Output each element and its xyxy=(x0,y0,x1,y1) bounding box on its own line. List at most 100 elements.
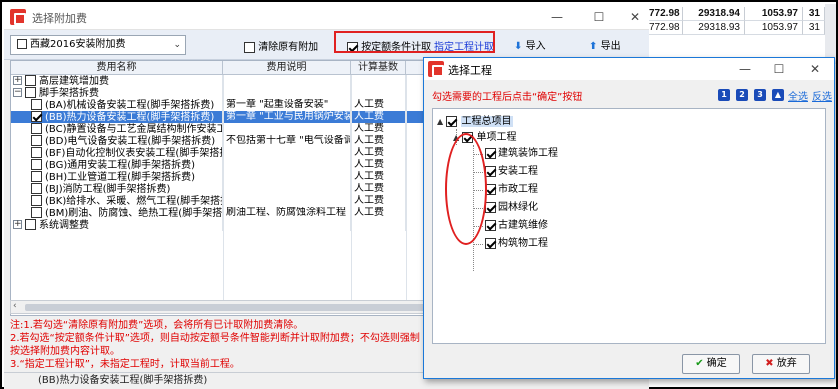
row-checkbox[interactable] xyxy=(25,219,36,230)
fee-base-cell[interactable]: 人工费 xyxy=(352,171,406,183)
maximize-button[interactable]: ☐ xyxy=(588,7,610,27)
row-checkbox[interactable] xyxy=(31,207,42,218)
col-header-base[interactable]: 计算基数 xyxy=(351,61,406,75)
tree-node-project[interactable]: 古建筑维修 xyxy=(485,219,548,233)
fee-desc-cell[interactable] xyxy=(224,147,351,159)
export-label: 导出 xyxy=(600,41,621,52)
tree-node-project[interactable]: 构筑物工程 xyxy=(485,237,548,251)
level-3-button[interactable]: 3 xyxy=(754,89,766,101)
row-checkbox[interactable] xyxy=(31,171,42,182)
fee-name-cell[interactable]: − 脚手架搭拆费 xyxy=(11,87,223,99)
fee-desc-cell[interactable] xyxy=(224,159,351,171)
fee-base-cell[interactable]: 人工费 xyxy=(352,123,406,135)
fee-name: (BA)机械设备安装工程(脚手架搭拆费) xyxy=(45,99,215,111)
level-1-button[interactable]: 1 xyxy=(718,89,730,101)
fee-name-cell[interactable]: (BC)静置设备与工艺金属结构制作安装工程 xyxy=(11,123,223,135)
fee-desc-cell[interactable]: 第一章 "工业与民用锅炉安装 xyxy=(224,111,351,123)
close-button[interactable]: ✕ xyxy=(624,7,646,27)
dialog-minimize-button[interactable]: — xyxy=(734,59,756,79)
fee-desc-cell[interactable] xyxy=(224,195,351,207)
project-checkbox[interactable] xyxy=(485,219,496,231)
fee-base-cell[interactable] xyxy=(352,87,406,99)
fee-name: (BC)静置设备与工艺金属结构制作安装工程 xyxy=(45,123,223,135)
sheet-scrollbar[interactable] xyxy=(825,4,836,64)
tree-node-root[interactable]: ▲ 工程总项目 xyxy=(437,115,513,129)
fee-name-cell[interactable]: (BF)自动化控制仪表安装工程(脚手架搭拆 xyxy=(11,147,223,159)
expand-all-icon[interactable]: ▲ xyxy=(772,89,784,101)
tree-node-project[interactable]: 园林绿化 xyxy=(485,201,538,215)
row-checkbox[interactable] xyxy=(31,159,42,170)
fee-desc-cell[interactable]: 刷油工程、防腐蚀涂料工程 xyxy=(224,207,351,219)
select-all-link[interactable]: 全选 xyxy=(788,88,808,103)
collapse-icon[interactable]: ▲ xyxy=(437,117,443,126)
fee-name-cell[interactable]: (BG)通用安装工程(脚手架搭拆费) xyxy=(11,159,223,171)
row-checkbox[interactable] xyxy=(31,123,42,134)
fee-desc-cell[interactable] xyxy=(224,171,351,183)
project-checkbox[interactable] xyxy=(485,201,496,213)
clear-existing-checkbox[interactable] xyxy=(244,41,255,53)
fee-base-cell[interactable] xyxy=(352,219,406,231)
fee-name-cell[interactable]: (BM)刷油、防腐蚀、绝热工程(脚手架搭拆 xyxy=(11,207,223,219)
root-checkbox[interactable] xyxy=(446,115,458,127)
main-window-title: 选择附加费 xyxy=(32,12,87,25)
tree-node-project[interactable]: 安装工程 xyxy=(485,165,538,179)
col-header-desc[interactable]: 费用说明 xyxy=(223,61,351,75)
project-checkbox[interactable] xyxy=(485,147,496,159)
fee-base-cell[interactable]: 人工费 xyxy=(352,147,406,159)
clear-existing-option[interactable]: 清除原有附加 xyxy=(244,38,318,53)
row-checkbox[interactable] xyxy=(25,75,36,86)
fee-desc-cell[interactable] xyxy=(224,123,351,135)
fee-desc-cell[interactable] xyxy=(224,183,351,195)
tree-node-project[interactable]: 市政工程 xyxy=(485,183,538,197)
level-2-button[interactable]: 2 xyxy=(736,89,748,101)
fee-name-cell[interactable]: (BA)机械设备安装工程(脚手架搭拆费) xyxy=(11,99,223,111)
fee-name-cell[interactable]: + 高层建筑增加费 xyxy=(11,75,223,87)
fee-base-cell[interactable]: 人工费 xyxy=(352,135,406,147)
fee-name: 脚手架搭拆费 xyxy=(39,87,99,99)
col-header-name[interactable]: 费用名称 xyxy=(11,61,223,75)
fee-base-cell[interactable]: 人工费 xyxy=(352,99,406,111)
project-checkbox[interactable] xyxy=(485,165,496,177)
fee-name-cell[interactable]: (BH)工业管道工程(脚手架搭拆费) xyxy=(11,171,223,183)
row-checkbox[interactable] xyxy=(25,87,36,98)
fee-name-cell[interactable]: (BJ)消防工程(脚手架搭拆费) xyxy=(11,183,223,195)
fee-desc-cell[interactable]: 第一章 "起重设备安装" xyxy=(224,99,351,111)
cancel-button[interactable]: ✖ 放弃 xyxy=(752,354,810,374)
fee-base-cell[interactable] xyxy=(352,75,406,87)
tree-node-project[interactable]: 建筑装饰工程 xyxy=(485,147,558,161)
row-checkbox[interactable] xyxy=(31,135,42,146)
row-checkbox[interactable] xyxy=(31,183,42,194)
project-checkbox[interactable] xyxy=(485,237,496,249)
row-checkbox[interactable] xyxy=(31,99,42,110)
scroll-left-icon[interactable]: ‹ xyxy=(13,301,17,311)
fee-name-cell[interactable]: (BD)电气设备安装工程(脚手架搭拆费) xyxy=(11,135,223,147)
row-checkbox[interactable] xyxy=(31,111,42,122)
dialog-maximize-button[interactable]: ☐ xyxy=(768,59,790,79)
fee-desc-cell[interactable]: 不包括第十七章 "电气设备调 xyxy=(224,135,351,147)
fee-desc-cell[interactable] xyxy=(224,87,351,99)
fee-base-cell[interactable]: 人工费 xyxy=(352,195,406,207)
sheet-cell: 772.98 xyxy=(649,21,683,35)
fee-base-cell[interactable]: 人工费 xyxy=(352,159,406,171)
fee-base-cell[interactable]: 人工费 xyxy=(352,111,406,123)
fee-desc-cell[interactable] xyxy=(224,219,351,231)
fee-name: (BD)电气设备安装工程(脚手架搭拆费) xyxy=(45,135,216,147)
export-button[interactable]: ⬆ 导出 xyxy=(589,37,621,52)
import-button[interactable]: ⬇ 导入 xyxy=(514,37,546,52)
expand-toggle-icon[interactable]: − xyxy=(13,88,22,97)
fee-base-cell[interactable]: 人工费 xyxy=(352,183,406,195)
template-select[interactable]: 西藏2016安装附加费 ⌄ xyxy=(10,35,186,55)
fee-name-cell[interactable]: (BB)热力设备安装工程(脚手架搭拆费) xyxy=(11,111,223,123)
invert-selection-link[interactable]: 反选 xyxy=(812,88,832,103)
fee-base-cell[interactable]: 人工费 xyxy=(352,207,406,219)
fee-desc-cell[interactable] xyxy=(224,75,351,87)
fee-name-cell[interactable]: (BK)给排水、采暖、燃气工程(脚手架搭拆 xyxy=(11,195,223,207)
fee-name-cell[interactable]: + 系统调整费 xyxy=(11,219,223,231)
expand-toggle-icon[interactable]: + xyxy=(13,220,22,229)
dialog-close-button[interactable]: ✕ xyxy=(804,59,826,79)
row-checkbox[interactable] xyxy=(31,195,42,206)
minimize-button[interactable]: — xyxy=(546,7,568,27)
row-checkbox[interactable] xyxy=(31,147,42,158)
expand-toggle-icon[interactable]: + xyxy=(13,76,22,85)
ok-button[interactable]: ✔ 确定 xyxy=(682,354,740,374)
